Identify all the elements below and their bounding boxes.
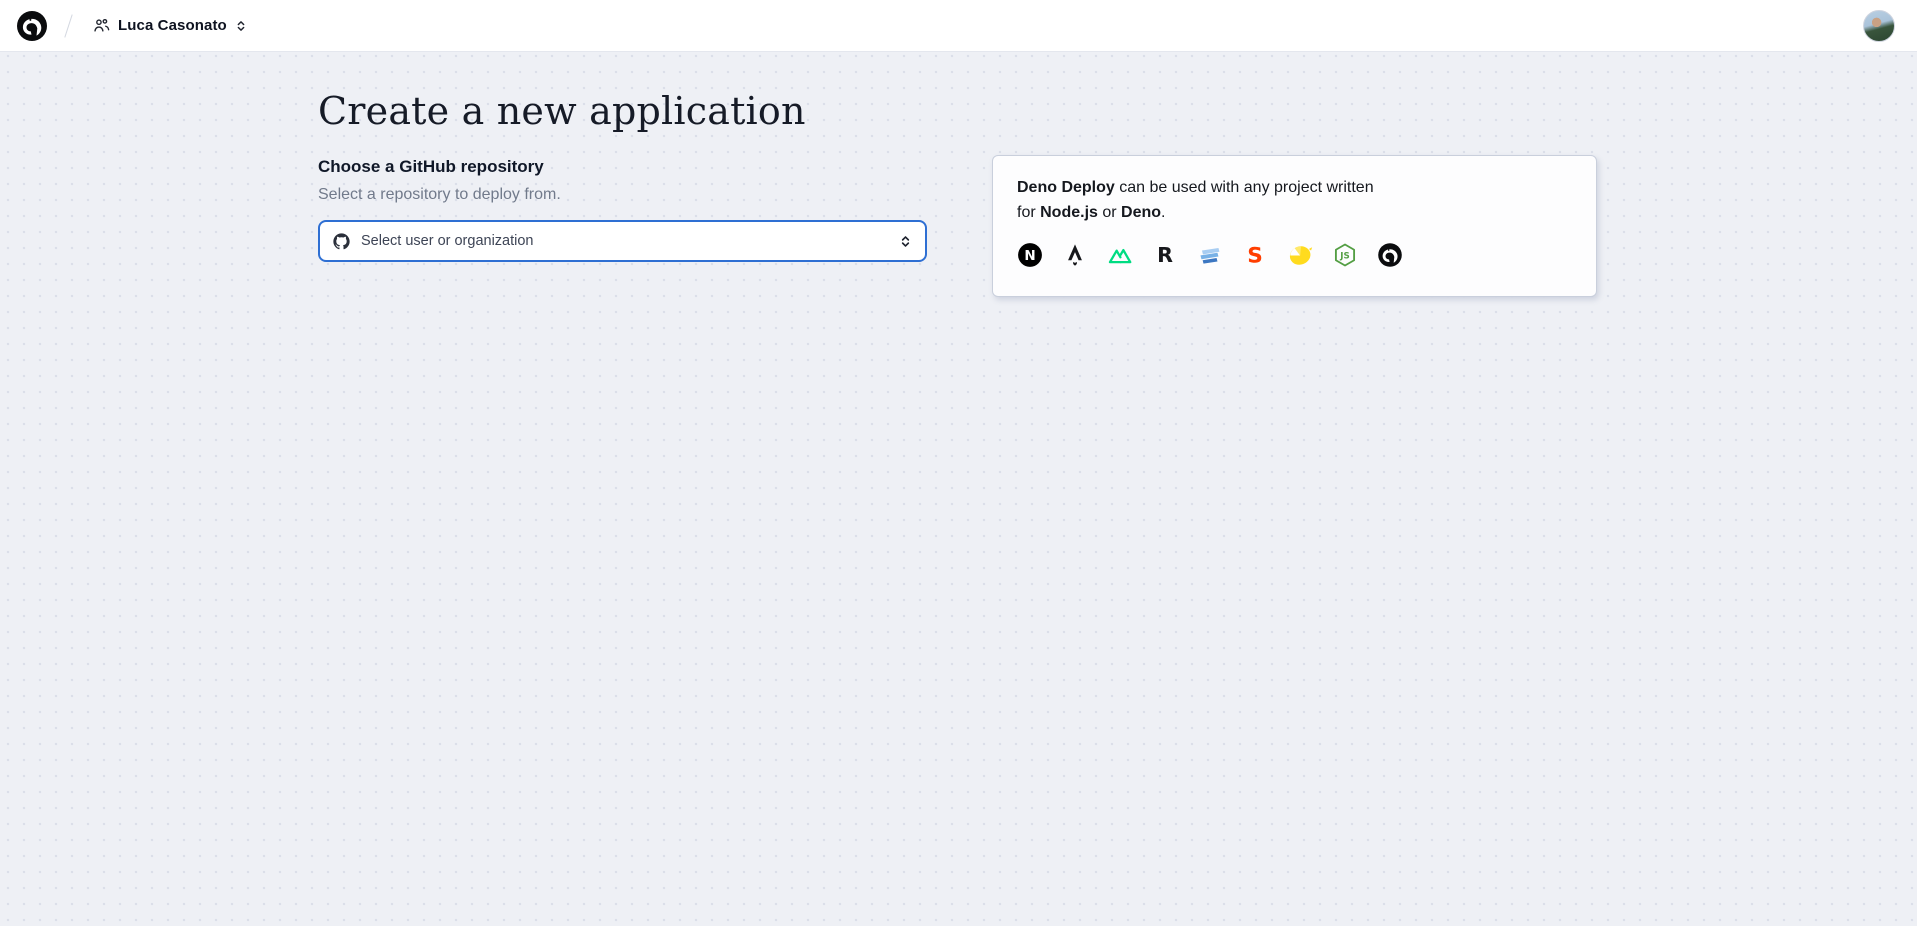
org-name: Luca Casonato [118, 17, 227, 34]
github-icon [333, 233, 350, 250]
info-text-deno-deploy: Deno Deploy [1017, 179, 1115, 196]
chevron-up-down-icon [235, 19, 247, 33]
fresh-icon [1287, 242, 1313, 268]
top-navbar: Luca Casonato [0, 0, 1917, 52]
deno-deploy-info-card: Deno Deploy can be used with any project… [992, 155, 1597, 297]
astro-icon [1062, 242, 1088, 268]
info-card-text: Deno Deploy can be used with any project… [1017, 175, 1387, 225]
info-text-deno: Deno [1121, 204, 1161, 221]
nodejs-icon: JS [1332, 242, 1358, 268]
info-text-or: or [1098, 204, 1121, 221]
info-text-period: . [1161, 204, 1165, 221]
repo-section-subheading: Select a repository to deploy from. [318, 184, 927, 206]
framework-icons-row: N R S JS [1017, 242, 1572, 268]
svg-text:N: N [1024, 248, 1035, 264]
remix-icon: R [1152, 242, 1178, 268]
org-switcher[interactable]: Luca Casonato [87, 13, 253, 38]
nuxt-icon [1107, 242, 1133, 268]
repo-section-heading: Choose a GitHub repository [318, 156, 927, 178]
user-avatar[interactable] [1863, 10, 1895, 42]
nextjs-icon: N [1017, 242, 1043, 268]
breadcrumb-divider [64, 14, 72, 37]
deno-logo-icon[interactable] [16, 10, 48, 42]
solidjs-icon [1197, 242, 1223, 268]
info-text-nodejs: Node.js [1040, 204, 1098, 221]
svg-text:JS: JS [1339, 252, 1349, 262]
svelte-icon: S [1242, 242, 1268, 268]
select-placeholder-text: Select user or organization [361, 233, 534, 249]
svg-text:S: S [1247, 244, 1263, 268]
svg-text:R: R [1157, 243, 1173, 267]
main-content: Create a new application Choose a GitHub… [0, 52, 1917, 926]
select-user-or-org-dropdown[interactable]: Select user or organization [318, 220, 927, 262]
page-title: Create a new application [318, 88, 806, 136]
repo-chooser-section: Choose a GitHub repository Select a repo… [318, 156, 927, 262]
organization-icon [93, 17, 110, 34]
deno-icon [1377, 242, 1403, 268]
chevron-up-down-icon [899, 234, 912, 249]
